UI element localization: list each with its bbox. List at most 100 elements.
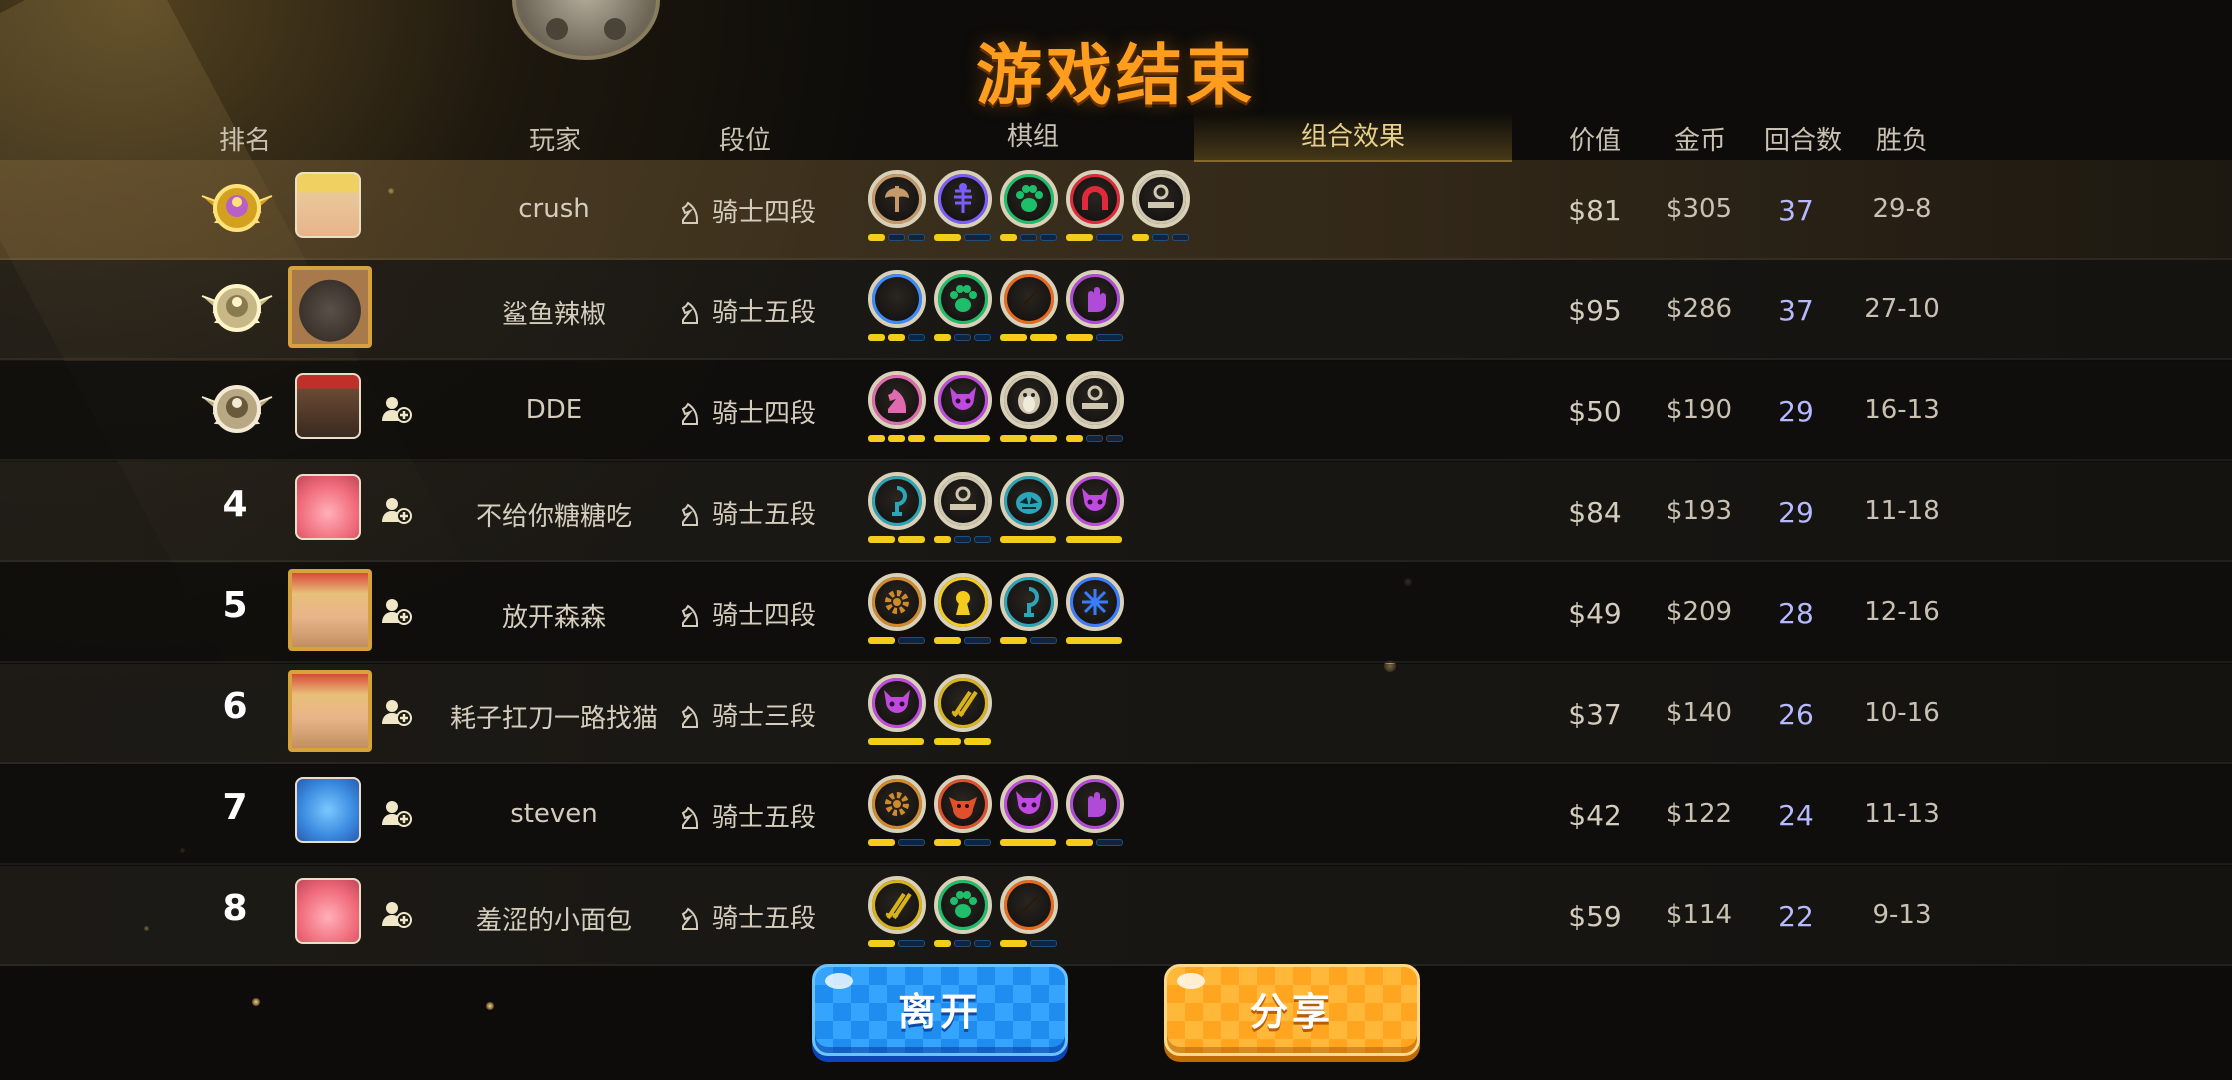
header-player: 玩家 bbox=[528, 126, 581, 156]
level-segment-empty bbox=[908, 334, 925, 341]
bowl-icon[interactable] bbox=[1066, 371, 1124, 429]
add-friend-icon[interactable] bbox=[380, 494, 412, 526]
goblin-mask-icon[interactable] bbox=[934, 775, 992, 833]
tier-rank: 骑士五段 bbox=[680, 797, 816, 834]
knight-tier-icon bbox=[680, 602, 700, 628]
add-friend-icon[interactable] bbox=[380, 595, 412, 627]
tier-label: 骑士三段 bbox=[712, 702, 817, 732]
demon-icon[interactable] bbox=[868, 674, 926, 732]
leaf-icon[interactable] bbox=[1000, 270, 1058, 328]
player-name: DDE bbox=[525, 395, 583, 425]
player-name: steven bbox=[510, 799, 598, 829]
gear-icon[interactable] bbox=[868, 775, 926, 833]
demon-icon[interactable] bbox=[1000, 775, 1058, 833]
dwarf-avatar[interactable] bbox=[295, 373, 361, 439]
level-segment-active bbox=[868, 738, 924, 745]
level-segment-empty bbox=[898, 637, 925, 644]
leaf-icon[interactable] bbox=[1000, 876, 1058, 934]
table-header: 排名 玩家 段位 棋组 组合效果 价值 金币 回合数 胜负 bbox=[0, 112, 2232, 162]
level-segment-active bbox=[868, 334, 885, 341]
elf-lord-avatar[interactable] bbox=[288, 569, 372, 651]
winloss-value: 9-13 bbox=[1872, 900, 1932, 930]
add-friend-icon[interactable] bbox=[380, 696, 412, 728]
add-friend-icon[interactable] bbox=[380, 898, 412, 930]
level-segment-active bbox=[1066, 536, 1122, 543]
level-segment-active bbox=[1000, 435, 1027, 442]
bowl-icon[interactable] bbox=[934, 472, 992, 530]
paw-icon[interactable] bbox=[1000, 170, 1058, 228]
level-segment-empty bbox=[964, 234, 991, 241]
demon-icon[interactable] bbox=[1066, 472, 1124, 530]
level-segment-active bbox=[868, 435, 885, 442]
pumpkin-icon[interactable] bbox=[1000, 472, 1058, 530]
level-segment-empty bbox=[954, 334, 971, 341]
axe-icon[interactable] bbox=[868, 170, 926, 228]
rounds-value: 29 bbox=[1778, 496, 1814, 529]
hand-icon[interactable] bbox=[1066, 270, 1124, 328]
hand-icon[interactable] bbox=[1066, 775, 1124, 833]
demon-icon[interactable] bbox=[934, 371, 992, 429]
header-rank: 排名 bbox=[218, 126, 271, 156]
penguin-icon[interactable] bbox=[1000, 371, 1058, 429]
share-button-label: 分享 bbox=[1249, 990, 1334, 1034]
tab-combo[interactable]: 组合效果 bbox=[1194, 116, 1512, 153]
winloss-value: 12-16 bbox=[1864, 597, 1940, 627]
blades-icon[interactable] bbox=[868, 876, 926, 934]
swirl-icon[interactable] bbox=[1066, 573, 1124, 631]
price-value: $37 bbox=[1568, 698, 1622, 731]
fishbone-icon[interactable] bbox=[934, 170, 992, 228]
keyhole-icon[interactable] bbox=[934, 573, 992, 631]
rounds-value: 22 bbox=[1778, 900, 1814, 933]
level-segment-empty bbox=[974, 536, 991, 543]
level-segment-empty bbox=[954, 940, 971, 947]
knight-tier-icon bbox=[680, 703, 700, 729]
table-row: 5 放开森森 骑士四段 $49 $209 28 12-16 bbox=[0, 563, 2232, 663]
knight-tier-icon bbox=[680, 501, 700, 527]
level-segment-empty bbox=[898, 940, 925, 947]
level-segment-empty bbox=[1096, 839, 1123, 846]
pink-monster-avatar[interactable] bbox=[295, 474, 361, 540]
knight-icon[interactable] bbox=[868, 371, 926, 429]
level-segment-active bbox=[868, 637, 895, 644]
pink-monster-avatar[interactable] bbox=[295, 878, 361, 944]
level-segment-active bbox=[1066, 839, 1093, 846]
add-friend-icon[interactable] bbox=[380, 393, 412, 425]
knight-tier-icon bbox=[680, 905, 700, 931]
winloss-value: 11-18 bbox=[1864, 496, 1940, 526]
paw-icon[interactable] bbox=[934, 270, 992, 328]
goblin-avatar[interactable] bbox=[288, 266, 372, 348]
elf-lord-avatar[interactable] bbox=[288, 670, 372, 752]
hook-icon[interactable] bbox=[1000, 573, 1058, 631]
level-segment-empty bbox=[974, 334, 991, 341]
player-name: 耗子扛刀一路找猫 bbox=[449, 704, 658, 734]
gear-icon[interactable] bbox=[868, 573, 926, 631]
header-price: 价值 bbox=[1568, 126, 1621, 156]
feather-icon[interactable] bbox=[868, 270, 926, 328]
add-friend-icon[interactable] bbox=[380, 797, 412, 829]
bowl-icon[interactable] bbox=[1132, 170, 1190, 228]
level-segment-empty bbox=[1030, 940, 1057, 947]
table-row: 7 steven 骑士五段 $42 $122 24 11-13 bbox=[0, 765, 2232, 865]
tier-label: 骑士五段 bbox=[712, 298, 817, 328]
level-segment-active bbox=[934, 839, 961, 846]
level-segment-empty bbox=[954, 536, 971, 543]
level-segment-active bbox=[1000, 839, 1056, 846]
tab-pieces[interactable]: 棋组 bbox=[988, 116, 1078, 153]
gold-value: $193 bbox=[1665, 496, 1733, 526]
header-rounds: 回合数 bbox=[1763, 126, 1842, 156]
blue-bird-avatar[interactable] bbox=[295, 777, 361, 843]
blades-icon[interactable] bbox=[934, 674, 992, 732]
share-button[interactable]: 分享 bbox=[1164, 964, 1420, 1056]
paw-icon[interactable] bbox=[934, 876, 992, 934]
page-title: 游戏结束 bbox=[976, 37, 1256, 114]
rounds-value: 37 bbox=[1778, 294, 1814, 327]
leave-button[interactable]: 离开 bbox=[812, 964, 1068, 1056]
level-segment-active bbox=[898, 536, 925, 543]
arch-icon[interactable] bbox=[1066, 170, 1124, 228]
blonde-elf-avatar[interactable] bbox=[295, 172, 361, 238]
hook-icon[interactable] bbox=[868, 472, 926, 530]
level-segment-active bbox=[934, 234, 961, 241]
level-segment-active bbox=[1000, 536, 1056, 543]
level-segment-active bbox=[934, 940, 951, 947]
tier-rank: 骑士三段 bbox=[680, 696, 816, 733]
